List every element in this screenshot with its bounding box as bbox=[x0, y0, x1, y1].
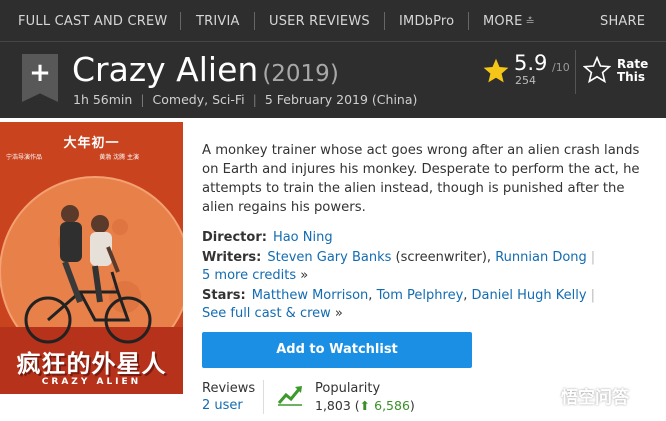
writers-credit: Writers: Steven Gary Banks (screenwriter)… bbox=[202, 250, 596, 265]
popularity-change: ⬆ 6,586 bbox=[359, 398, 410, 413]
chevron-down-icon: ≛ bbox=[525, 15, 535, 28]
poster-english-title: CRAZY ALIEN bbox=[41, 377, 142, 387]
full-cast: See full cast & crew » bbox=[202, 305, 343, 323]
poster-chinese-title: 疯狂的外星人 bbox=[16, 350, 167, 378]
poster-footer bbox=[0, 394, 188, 421]
star-link[interactable]: Daniel Hugh Kelly bbox=[472, 288, 587, 303]
divider bbox=[575, 50, 576, 94]
popularity-value: 1,803 (⬆ 6,586) bbox=[315, 398, 415, 413]
star-outline-icon[interactable] bbox=[583, 56, 611, 84]
rate-this-button[interactable]: Rate This bbox=[617, 58, 657, 84]
nav-divider bbox=[180, 12, 181, 30]
nav-divider bbox=[254, 12, 255, 30]
stars-credit: Stars: Matthew Morrison, Tom Pelphrey, Da… bbox=[202, 288, 595, 303]
full-cast-link[interactable]: See full cast & crew bbox=[202, 306, 331, 321]
release-date[interactable]: 5 February 2019 (China) bbox=[265, 92, 418, 107]
poster-top-text: 大年初一 bbox=[63, 136, 120, 151]
add-to-watchlist-ribbon[interactable]: + bbox=[22, 54, 58, 102]
popularity-title: Popularity bbox=[315, 381, 381, 396]
stars-label: Stars: bbox=[202, 288, 246, 303]
title-meta: 1h 56min | Comedy, Sci-Fi | 5 February 2019 … bbox=[73, 92, 418, 107]
director-label: Director: bbox=[202, 230, 267, 245]
more-credits: 5 more credits » bbox=[202, 267, 308, 285]
director-link[interactable]: Hao Ning bbox=[273, 230, 333, 245]
nav-trivia[interactable]: TRIVIA bbox=[196, 14, 240, 29]
more-credits-link[interactable]: 5 more credits bbox=[202, 268, 296, 283]
writers-label: Writers: bbox=[202, 250, 262, 265]
nav-user-reviews[interactable]: USER REVIEWS bbox=[269, 14, 370, 29]
plot-summary: A monkey trainer whose act goes wrong af… bbox=[202, 143, 640, 215]
rating-max: /10 bbox=[552, 61, 570, 74]
trend-up-icon bbox=[276, 383, 304, 407]
star-link[interactable]: Matthew Morrison bbox=[252, 288, 369, 303]
add-to-watchlist-button[interactable]: Add to Watchlist bbox=[202, 332, 472, 368]
movie-title: Crazy Alien bbox=[72, 50, 259, 89]
nav-divider bbox=[468, 12, 469, 30]
nav-share[interactable]: SHARE bbox=[600, 14, 645, 29]
chevron-right-icon: » bbox=[334, 306, 343, 321]
watermark: 悟空问答 bbox=[561, 388, 629, 408]
arrow-up-icon: ⬆ bbox=[359, 398, 371, 413]
rating-value: 5.9 bbox=[514, 51, 548, 75]
writer-link[interactable]: Runnian Dong bbox=[495, 250, 587, 265]
rating-count[interactable]: 254 bbox=[515, 74, 536, 87]
title-header: FULL CAST AND CREW TRIVIA USER REVIEWS I… bbox=[0, 0, 666, 118]
divider bbox=[263, 380, 264, 414]
writer-role: (screenwriter), bbox=[395, 250, 492, 265]
sub-navigation: FULL CAST AND CREW TRIVIA USER REVIEWS I… bbox=[0, 0, 666, 42]
movie-year[interactable]: (2019) bbox=[262, 61, 338, 87]
nav-more[interactable]: MORE ≛ bbox=[483, 14, 535, 29]
reviews-title: Reviews bbox=[202, 381, 256, 396]
chat-bubble-icon bbox=[534, 386, 558, 405]
nav-imdbpro[interactable]: IMDbPro bbox=[399, 14, 454, 29]
popularity-rank: 1,803 bbox=[315, 398, 351, 413]
genres[interactable]: Comedy, Sci-Fi bbox=[153, 92, 245, 107]
plus-icon: + bbox=[29, 58, 51, 88]
nav-full-cast[interactable]: FULL CAST AND CREW bbox=[18, 14, 167, 29]
director-credit: Director: Hao Ning bbox=[202, 229, 333, 247]
chevron-right-icon: » bbox=[300, 268, 309, 283]
poster-side-text: 宁浩导演作品 黄渤 沈腾 主演 bbox=[6, 154, 140, 161]
title-overview: 大年初一 宁浩导演作品 黄渤 沈腾 主演 疯狂的外星人 CRAZY ALIEN … bbox=[0, 118, 666, 421]
nav-divider bbox=[384, 12, 385, 30]
rate-label-2: This bbox=[617, 70, 645, 84]
page-title: Crazy Alien (2019) bbox=[72, 50, 339, 94]
nav-more-label: MORE bbox=[483, 14, 523, 29]
runtime: 1h 56min bbox=[73, 92, 133, 107]
star-link[interactable]: Tom Pelphrey bbox=[377, 288, 464, 303]
user-reviews-link[interactable]: 2 user bbox=[202, 398, 243, 413]
star-icon bbox=[483, 58, 509, 83]
movie-poster[interactable]: 大年初一 宁浩导演作品 黄渤 沈腾 主演 疯狂的外星人 CRAZY ALIEN bbox=[0, 122, 183, 394]
writer-link[interactable]: Steven Gary Banks bbox=[267, 250, 391, 265]
